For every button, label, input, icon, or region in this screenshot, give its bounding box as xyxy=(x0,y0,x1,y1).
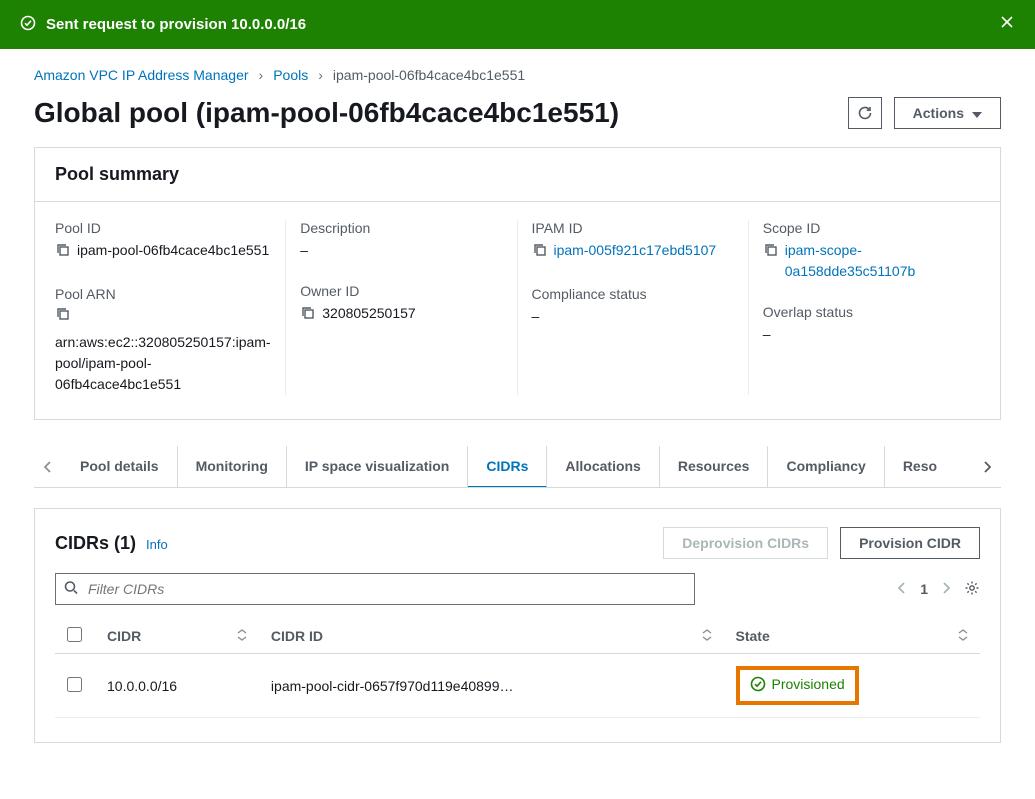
tab-resources[interactable]: Resources xyxy=(660,446,769,487)
ipam-id-label: IPAM ID xyxy=(532,220,734,236)
owner-id-value: 320805250157 xyxy=(322,303,415,324)
tab-monitoring[interactable]: Monitoring xyxy=(178,446,287,487)
tabs-scroll-left[interactable] xyxy=(34,449,62,485)
description-value: – xyxy=(300,240,502,261)
tab-allocations[interactable]: Allocations xyxy=(547,446,659,487)
col-state: State xyxy=(736,628,770,644)
tab-pool-details[interactable]: Pool details xyxy=(62,446,178,487)
flash-close-button[interactable] xyxy=(999,14,1015,35)
status-badge: Provisioned xyxy=(750,676,845,692)
copy-icon[interactable] xyxy=(55,242,71,264)
copy-icon[interactable] xyxy=(763,242,779,264)
actions-button[interactable]: Actions xyxy=(894,97,1001,129)
select-all-checkbox[interactable] xyxy=(67,627,82,642)
cidrs-table: CIDR CIDR ID State xyxy=(55,619,980,718)
caret-down-icon xyxy=(972,105,982,121)
refresh-button[interactable] xyxy=(848,97,882,129)
breadcrumb: Amazon VPC IP Address Manager › Pools › … xyxy=(34,67,1001,83)
filter-cidrs-input[interactable] xyxy=(55,573,695,605)
copy-icon[interactable] xyxy=(300,305,316,327)
col-cidr-id: CIDR ID xyxy=(271,628,323,644)
overlap-value: – xyxy=(763,324,980,345)
actions-label: Actions xyxy=(913,105,964,121)
page-number: 1 xyxy=(920,581,928,597)
ipam-id-link[interactable]: ipam-005f921c17ebd5107 xyxy=(554,240,717,261)
state-highlight: Provisioned xyxy=(736,666,859,705)
owner-id-label: Owner ID xyxy=(300,283,502,299)
deprovision-cidrs-button: Deprovision CIDRs xyxy=(663,527,828,559)
panel-title: Pool summary xyxy=(35,148,1000,202)
sort-icon[interactable] xyxy=(702,628,712,644)
copy-icon[interactable] xyxy=(532,242,548,264)
flash-success: Sent request to provision 10.0.0.0/16 xyxy=(0,0,1035,49)
pool-summary-panel: Pool summary Pool ID ipam-pool-06fb4cace… xyxy=(34,147,1001,420)
tab-ip-space-visualization[interactable]: IP space visualization xyxy=(287,446,468,487)
scope-id-link[interactable]: ipam-scope-0a158dde35c51107b xyxy=(785,240,980,282)
row-checkbox[interactable] xyxy=(67,677,82,692)
tab-resource-partial[interactable]: Reso xyxy=(885,446,955,487)
tabs-scroll-right[interactable] xyxy=(973,449,1001,485)
chevron-right-icon: › xyxy=(259,67,264,83)
provision-cidr-button[interactable]: Provision CIDR xyxy=(840,527,980,559)
cell-cidr: 10.0.0.0/16 xyxy=(95,654,259,718)
breadcrumb-root[interactable]: Amazon VPC IP Address Manager xyxy=(34,67,249,83)
breadcrumb-current: ipam-pool-06fb4cace4bc1e551 xyxy=(333,67,525,83)
table-row[interactable]: 10.0.0.0/16 ipam-pool-cidr-0657f970d119e… xyxy=(55,654,980,718)
cidrs-panel: CIDRs (1) Info Deprovision CIDRs Provisi… xyxy=(34,508,1001,743)
copy-icon[interactable] xyxy=(55,306,271,328)
sort-icon[interactable] xyxy=(237,628,247,644)
tab-compliancy[interactable]: Compliancy xyxy=(768,446,884,487)
page-title: Global pool (ipam-pool-06fb4cace4bc1e551… xyxy=(34,97,619,129)
sort-icon[interactable] xyxy=(958,628,968,644)
compliance-label: Compliance status xyxy=(532,286,734,302)
scope-id-label: Scope ID xyxy=(763,220,980,236)
pool-id-value: ipam-pool-06fb4cace4bc1e551 xyxy=(77,240,269,261)
success-icon xyxy=(20,15,36,34)
page-prev-button[interactable] xyxy=(898,581,906,597)
pool-arn-label: Pool ARN xyxy=(55,286,271,302)
cidrs-title: CIDRs (1) xyxy=(55,533,136,554)
overlap-label: Overlap status xyxy=(763,304,980,320)
search-icon xyxy=(63,580,79,599)
breadcrumb-pools[interactable]: Pools xyxy=(273,67,308,83)
pool-id-label: Pool ID xyxy=(55,220,271,236)
description-label: Description xyxy=(300,220,502,236)
chevron-right-icon: › xyxy=(318,67,323,83)
pagination: 1 xyxy=(898,580,980,599)
table-settings-button[interactable] xyxy=(964,580,980,599)
tabs: Pool details Monitoring IP space visuali… xyxy=(34,446,1001,488)
compliance-value: – xyxy=(532,306,734,327)
pool-arn-value: arn:aws:ec2::320805250157:ipam-pool/ipam… xyxy=(55,334,271,392)
cell-cidr-id: ipam-pool-cidr-0657f970d119e40899… xyxy=(259,654,724,718)
state-text: Provisioned xyxy=(772,676,845,692)
tab-cidrs[interactable]: CIDRs xyxy=(468,446,547,487)
page-next-button[interactable] xyxy=(942,581,950,597)
flash-message: Sent request to provision 10.0.0.0/16 xyxy=(46,16,989,33)
info-link[interactable]: Info xyxy=(146,537,168,552)
col-cidr: CIDR xyxy=(107,628,141,644)
